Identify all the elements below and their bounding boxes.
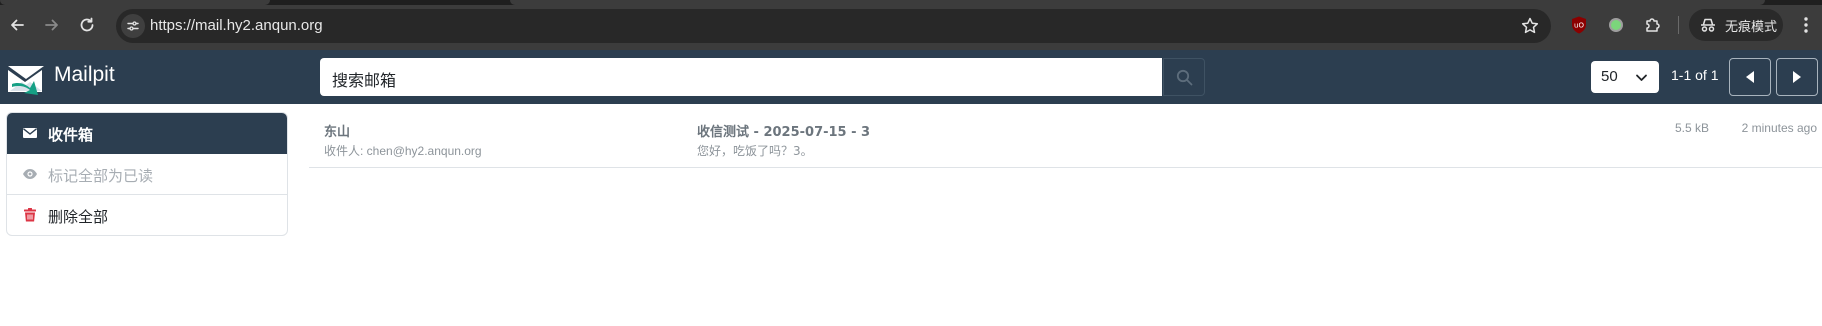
incognito-indicator[interactable]: 无痕模式: [1689, 9, 1783, 41]
site-info-button[interactable]: [121, 14, 145, 38]
message-from: 东山: [324, 125, 351, 140]
reload-icon: [80, 17, 94, 32]
toolbar-divider: [1678, 16, 1679, 34]
trash-icon: [24, 208, 36, 222]
sidebar-item-delete-all[interactable]: 删除全部: [7, 195, 287, 235]
message-snippet: 您好，吃饭了吗？3。: [697, 144, 813, 158]
back-button[interactable]: [4, 12, 30, 38]
inactive-tab-edge[interactable]: [510, 0, 1765, 5]
incognito-icon: [1701, 18, 1715, 32]
bookmark-star-icon[interactable]: [1520, 16, 1540, 36]
ublock-extension-icon[interactable]: uO: [1569, 15, 1589, 35]
browser-toolbar: https://mail.hy2.anqun.org uO 无痕模式: [0, 0, 1822, 50]
search-icon: [1176, 69, 1192, 85]
message-to: 收件人: chen@hy2.anqun.org: [324, 144, 482, 158]
sidebar-item-label: 删除全部: [48, 208, 109, 226]
reload-button[interactable]: [74, 12, 100, 38]
mailpit-logo-icon[interactable]: [6, 58, 46, 98]
app-header: Mailpit 搜索邮箱 50 1-1 of 1: [0, 50, 1822, 104]
arrow-right-icon: [45, 19, 58, 31]
per-page-value: 50: [1601, 68, 1618, 85]
tune-icon: [127, 21, 139, 31]
incognito-label: 无痕模式: [1725, 19, 1778, 35]
caret-right-icon: [1793, 71, 1801, 83]
app-brand[interactable]: Mailpit: [54, 63, 115, 87]
url-text[interactable]: https://mail.hy2.anqun.org: [150, 17, 323, 34]
sidebar-item-inbox[interactable]: 收件箱: [7, 113, 287, 154]
chevron-down-icon: [1636, 74, 1647, 81]
active-tab-edge[interactable]: [0, 0, 270, 5]
forward-button[interactable]: [39, 12, 65, 38]
browser-menu-icon[interactable]: [1797, 15, 1815, 35]
search-button[interactable]: [1163, 58, 1205, 96]
envelope-icon: [23, 128, 37, 138]
sidebar-item-label: 标记全部为已读: [48, 167, 154, 185]
message-time: 2 minutes ago: [1741, 121, 1817, 135]
message-subject: 收信测试 - 2025-07-15 - 3: [697, 125, 871, 140]
extensions-puzzle-icon[interactable]: [1643, 15, 1663, 35]
message-list-row[interactable]: 东山 收件人: chen@hy2.anqun.org 收信测试 - 2025-0…: [309, 112, 1822, 168]
previous-page-button[interactable]: [1729, 58, 1771, 96]
sidebar-item-label: 收件箱: [48, 126, 94, 144]
next-page-button[interactable]: [1776, 58, 1818, 96]
mailbox-sidebar: 收件箱 标记全部为已读 删除全部: [6, 112, 288, 236]
message-size: 5.5 kB: [1674, 121, 1709, 135]
arrow-left-icon: [11, 19, 24, 31]
per-page-select[interactable]: 50: [1591, 61, 1659, 93]
caret-left-icon: [1746, 71, 1754, 83]
status-dot-extension-icon[interactable]: [1606, 15, 1626, 35]
search-input-value: 搜索邮箱: [332, 71, 397, 90]
search-input[interactable]: 搜索邮箱: [320, 58, 1162, 96]
address-bar[interactable]: https://mail.hy2.anqun.org: [116, 9, 1551, 43]
sidebar-item-mark-all-read[interactable]: 标记全部为已读: [7, 154, 287, 195]
svg-text:uO: uO: [1574, 22, 1584, 30]
pagination-status: 1-1 of 1: [1671, 67, 1719, 83]
eye-icon: [23, 169, 37, 179]
